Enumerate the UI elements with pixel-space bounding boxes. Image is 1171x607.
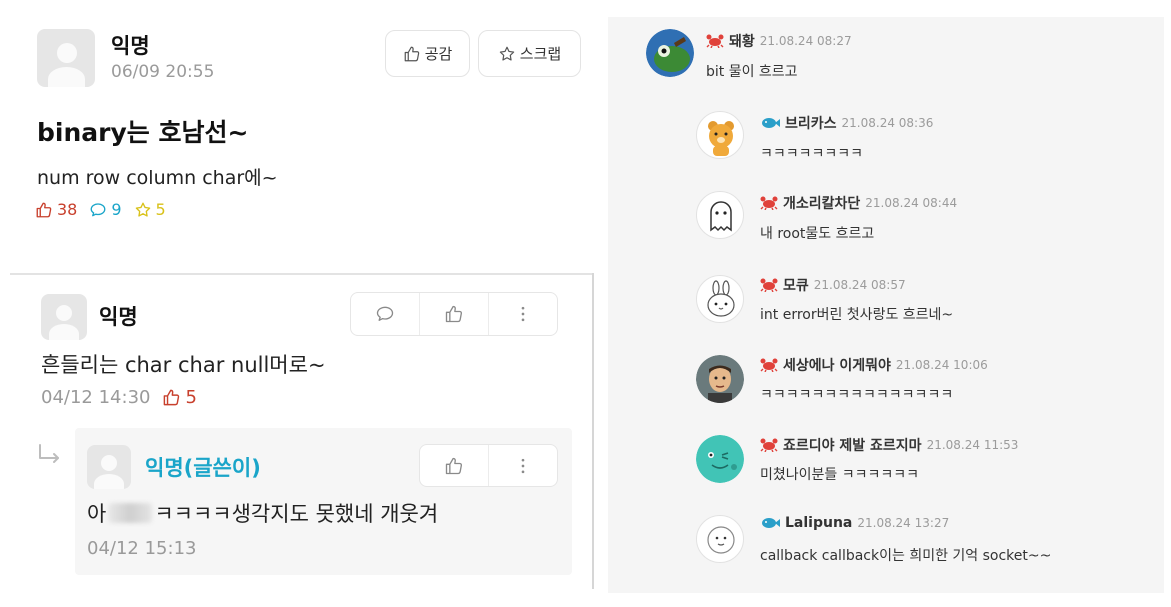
speech-bubble-icon (90, 202, 106, 216)
comment-like-button[interactable] (420, 293, 489, 335)
ghost-avatar (696, 191, 744, 239)
comment-thread-panel: 돼황 21.08.24 08:27 bit 물이 흐르고 브리카스 21.08.… (608, 17, 1164, 593)
comment-message: int error버린 첫사랑도 흐르네~ (760, 307, 954, 323)
star-icon (135, 202, 150, 217)
comment-timestamp: 21.08.24 08:44 (865, 196, 958, 210)
thumbs-up-icon (404, 46, 419, 61)
reply-item: 익명(글쓴이) 아 ㅋㅋㅋㅋ생각지도 못했네 개웃겨 04/12 15:13 (75, 428, 572, 575)
reply-text-start: 아 (87, 502, 107, 526)
comment-message: 미쳤나이분들 ㅋㅋㅋㅋㅋㅋ (760, 467, 920, 483)
reply-time: 04/12 15:13 (87, 538, 197, 559)
commenter-name: 모큐 (783, 278, 809, 294)
comment-timestamp: 21.08.24 11:53 (926, 438, 1019, 452)
comment-message: 내 root물도 흐르고 (760, 226, 875, 242)
comment-item: 익명 흔들리는 char char null머로~ 04/12 14:30 5 (0, 275, 592, 415)
thumbs-up-icon (36, 202, 52, 217)
comment-actions (350, 292, 558, 336)
thread-comment: 브리카스 21.08.24 08:36 ㅋㅋㅋㅋㅋㅋㅋㅋ (608, 97, 1164, 167)
thread-comment: 돼황 21.08.24 08:27 bit 물이 흐르고 (608, 17, 1164, 87)
thumbs-up-icon (445, 305, 463, 323)
crab-icon (760, 278, 778, 292)
comment-time: 04/12 14:30 (41, 387, 151, 408)
reply-avatar (87, 445, 131, 489)
thread-comment: Lalipuna 21.08.24 13:27 callback callbac… (608, 497, 1164, 577)
comment-timestamp: 21.08.24 10:06 (895, 358, 988, 372)
crab-icon (706, 34, 724, 48)
commenter-name: 죠르디야 제발 죠르지마 (783, 438, 922, 454)
comment-message: callback callback이는 희미한 기억 socket~~ (760, 548, 1052, 564)
comment-text: 흔들리는 char char null머로~ (41, 353, 326, 377)
like-button[interactable]: 공감 (385, 30, 470, 77)
crab-icon (760, 358, 778, 372)
comment-author: 익명 (99, 305, 138, 329)
author-avatar (37, 29, 95, 87)
reply-actions (419, 444, 558, 487)
commenter-name: 세상에나 이게뭐야 (783, 358, 891, 374)
post-author: 익명 (111, 34, 150, 58)
commenter-name: Lalipuna (785, 515, 853, 531)
like-count: 38 (35, 200, 77, 219)
speech-bubble-icon (376, 306, 394, 321)
man-avatar (696, 355, 744, 403)
comment-timestamp: 21.08.24 08:57 (813, 278, 906, 292)
more-vertical-icon (521, 458, 525, 473)
post-title: binary는 호남선~ (37, 118, 249, 147)
like-button-label: 공감 (424, 45, 453, 63)
comment-message: bit 물이 흐르고 (706, 64, 798, 80)
crab-icon (760, 438, 778, 452)
column-divider (592, 273, 594, 589)
reply-button[interactable] (351, 293, 420, 335)
comment-like-count: 5 (162, 387, 197, 408)
reply-author: 익명(글쓴이) (145, 456, 261, 480)
star-icon (499, 46, 514, 61)
commenter-name: 개소리칼차단 (783, 196, 861, 212)
fish-icon (762, 118, 780, 128)
bunny-avatar (696, 275, 744, 323)
crab-icon (760, 196, 778, 210)
post-body: num row column char에~ (37, 167, 278, 189)
thread-comment: 죠르디야 제발 죠르지마 21.08.24 11:53 미쳤나이분들 ㅋㅋㅋㅋㅋ… (608, 417, 1164, 487)
post-card: 익명 06/09 20:55 공감 스크랩 binary는 호남선~ num r… (0, 0, 594, 272)
dino-avatar (696, 435, 744, 483)
comment-message: ㅋㅋㅋㅋㅋㅋㅋㅋ (760, 146, 864, 162)
thread-comment: 개소리칼차단 21.08.24 08:44 내 root물도 흐르고 (608, 177, 1164, 247)
reply-arrow-icon (39, 444, 59, 463)
thread-comment: 세상에나 이게뭐야 21.08.24 10:06 ㅋㅋㅋㅋㅋㅋㅋㅋㅋㅋㅋㅋㅋㅋㅋ (608, 337, 1164, 407)
scrap-button-label: 스크랩 (519, 45, 562, 63)
comment-avatar (41, 294, 87, 340)
fish-icon (762, 518, 780, 528)
comment-count: 9 (89, 200, 122, 219)
thumbs-up-icon (445, 457, 463, 474)
comment-meta: 04/12 14:30 5 (41, 387, 197, 408)
scrap-count: 5 (134, 200, 166, 219)
comment-timestamp: 21.08.24 08:27 (759, 34, 852, 48)
thread-comment: 모큐 21.08.24 08:57 int error버린 첫사랑도 흐르네~ (608, 257, 1164, 327)
scrap-button[interactable]: 스크랩 (478, 30, 581, 77)
post-stats: 38 9 5 (35, 200, 178, 219)
reply-text: 아 ㅋㅋㅋㅋ생각지도 못했네 개웃겨 (87, 498, 438, 528)
frog-avatar (646, 29, 694, 77)
thumbs-up-icon (164, 389, 180, 406)
bear-avatar (696, 111, 744, 159)
commenter-name: 브리카스 (785, 116, 837, 132)
blurred-text (108, 503, 153, 523)
comment-timestamp: 21.08.24 08:36 (841, 116, 934, 130)
more-vertical-icon (521, 306, 525, 322)
reply-more-button[interactable] (489, 445, 557, 486)
comment-timestamp: 21.08.24 13:27 (857, 516, 950, 530)
reply-like-button[interactable] (420, 445, 489, 486)
comment-message: ㅋㅋㅋㅋㅋㅋㅋㅋㅋㅋㅋㅋㅋㅋㅋ (760, 387, 954, 403)
default-avatar (696, 515, 744, 563)
more-options-button[interactable] (489, 293, 557, 335)
post-time: 06/09 20:55 (111, 62, 215, 82)
reply-text-end: ㅋㅋㅋㅋ생각지도 못했네 개웃겨 (154, 502, 439, 526)
commenter-name: 돼황 (729, 34, 755, 50)
